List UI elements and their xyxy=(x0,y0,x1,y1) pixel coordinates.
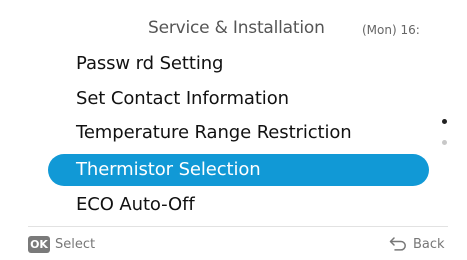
select-label: Select xyxy=(55,237,96,252)
menu-item-label: Set Contact Information xyxy=(76,88,289,109)
menu-item-eco-auto-off[interactable]: ECO Auto-Off xyxy=(76,190,195,220)
menu-item-set-contact-information[interactable]: Set Contact Information xyxy=(76,84,289,114)
footer-divider xyxy=(28,226,448,227)
menu-item-label: ECO Auto-Off xyxy=(76,194,195,215)
scroll-indicator-active-dot xyxy=(442,119,447,124)
menu-item-password-setting[interactable]: Passw rd Setting xyxy=(76,49,223,79)
menu-item-label: Temperature Range Restriction xyxy=(76,122,352,143)
footer: OK Select Back xyxy=(0,226,467,260)
scroll-indicator-inactive-dot xyxy=(442,140,447,145)
clock: (Mon) 16: xyxy=(362,23,420,37)
header: Service & Installation (Mon) 16: xyxy=(0,0,467,44)
back-arrow-icon[interactable] xyxy=(389,237,407,251)
ok-button-badge[interactable]: OK xyxy=(28,236,50,253)
menu-item-temperature-range-restriction[interactable]: Temperature Range Restriction xyxy=(76,118,352,148)
back-label: Back xyxy=(413,237,445,252)
menu-item-label: Thermistor Selection xyxy=(76,159,261,180)
page-title: Service & Installation xyxy=(148,18,325,38)
menu-item-label: Passw rd Setting xyxy=(76,53,224,74)
menu-item-thermistor-selection[interactable]: Thermistor Selection xyxy=(48,154,429,186)
service-installation-screen: Service & Installation (Mon) 16: Passw r… xyxy=(0,0,467,260)
